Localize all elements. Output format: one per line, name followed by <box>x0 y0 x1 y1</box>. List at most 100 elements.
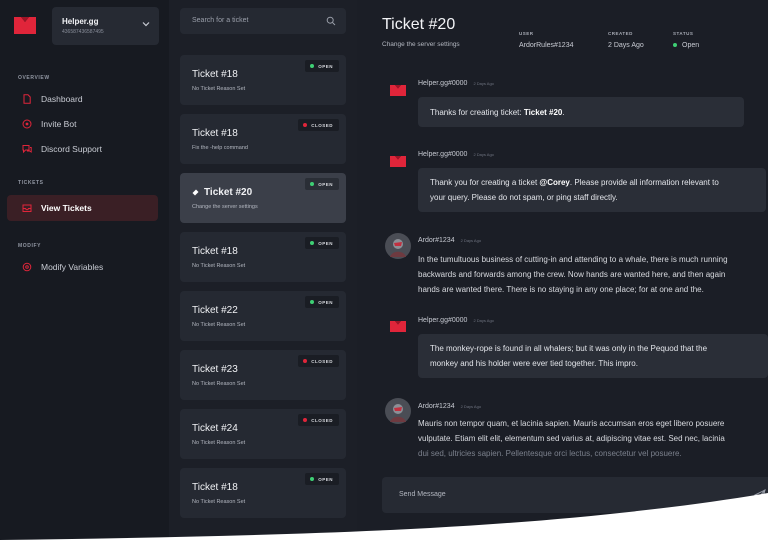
status-badge: OPEN <box>305 60 339 72</box>
ticket-card-selected[interactable]: Ticket #20 Change the server settings OP… <box>180 173 346 223</box>
status-dot <box>310 300 315 304</box>
status-label: OPEN <box>318 63 333 69</box>
message-text: In the tumultuous business of cutting-in… <box>418 252 768 297</box>
status-badge: CLOSED <box>298 355 339 367</box>
nav-item-modify-variables[interactable]: Modify Variables <box>7 254 158 280</box>
text-line: your query. Please do not spam, or ping … <box>430 193 618 202</box>
ticket-reason: Change the server settings <box>192 204 258 210</box>
bot-avatar <box>390 85 406 96</box>
status-badge: OPEN <box>305 473 339 485</box>
message-bubble: Thank you for creating a ticket @Corey. … <box>418 168 766 212</box>
message-time: 2 Days Ago <box>473 318 494 323</box>
status-text: Open <box>682 42 700 49</box>
nav-item-invite-bot[interactable]: Invite Bot <box>7 111 158 137</box>
ticket-card[interactable]: Ticket #18 No Ticket Reason Set OPEN <box>180 468 346 518</box>
page-subtitle: Change the server settings <box>382 41 460 48</box>
message-time: 2 Days Ago <box>473 152 494 157</box>
nav-item-view-tickets[interactable]: View Tickets <box>7 195 158 221</box>
ticket-title: Ticket #23 <box>192 364 238 375</box>
status-dot <box>310 64 315 68</box>
ticket-detail: Ticket #20 Change the server settings US… <box>357 0 768 547</box>
text-part: Thanks for creating ticket: <box>430 107 524 117</box>
message-author: Helper.gg#0000 2 Days Ago <box>418 317 494 324</box>
message-time: 2 Days Ago <box>460 238 482 243</box>
message-author: Helper.gg#0000 2 Days Ago <box>418 80 494 87</box>
text-line: Thank you for creating a ticket @Corey. … <box>430 175 719 190</box>
chat-icon <box>22 145 32 154</box>
ticket-card[interactable]: Ticket #18 No Ticket Reason Set OPEN <box>180 232 346 282</box>
page-title: Ticket #20 <box>382 16 456 33</box>
user-label: USER <box>519 31 534 36</box>
status-dot <box>310 182 315 186</box>
status-badge: OPEN <box>305 237 339 249</box>
ticket-card[interactable]: Ticket #18 No Ticket Reason Set OPEN <box>180 55 346 105</box>
bot-avatar <box>390 321 406 332</box>
message-input[interactable]: Send Message <box>382 477 768 513</box>
nav-item-discord-support[interactable]: Discord Support <box>7 136 158 162</box>
user-mention[interactable]: @Corey <box>539 178 569 187</box>
user-value: ArdorRules#1234 <box>519 42 574 49</box>
status-label: CLOSED <box>311 417 333 423</box>
user-avatar <box>385 398 411 424</box>
status-badge: OPEN <box>305 296 339 308</box>
ticket-title: Ticket #22 <box>192 305 238 316</box>
status-label: CLOSED <box>311 122 333 128</box>
server-selector[interactable]: Helper.gg 436587436587495 <box>52 7 159 45</box>
search-input[interactable]: Search for a ticket <box>180 8 346 34</box>
message-author: Ardor#1234 2 Days Ago <box>418 237 481 244</box>
search-placeholder: Search for a ticket <box>192 17 249 24</box>
text-line: The monkey-rope is found in all whalers;… <box>430 344 708 353</box>
status-dot <box>303 359 308 363</box>
ticket-reason: No Ticket Reason Set <box>192 322 246 328</box>
ticket-title: Ticket #18 <box>192 128 238 139</box>
message-placeholder: Send Message <box>399 491 446 498</box>
status-label: OPEN <box>318 240 333 246</box>
ticket-card[interactable]: Ticket #18 Fix the -help command CLOSED <box>180 114 346 164</box>
text-line: monkey and his holder were ever tied tog… <box>430 359 638 368</box>
status-dot <box>303 123 308 127</box>
ticket-card[interactable]: Ticket #24 No Ticket Reason Set CLOSED <box>180 409 346 459</box>
text-line: In the tumultuous business of cutting-in… <box>418 255 728 264</box>
ticket-card[interactable]: Ticket #22 No Ticket Reason Set OPEN <box>180 291 346 341</box>
status-label: STATUS <box>673 31 694 36</box>
status-dot <box>303 418 308 422</box>
status-dot <box>673 43 677 48</box>
document-icon <box>23 94 31 104</box>
text-part: . <box>562 107 565 117</box>
ticket-title: Ticket #18 <box>192 482 238 493</box>
message-text: The monkey-rope is found in all whalers;… <box>430 341 707 371</box>
author-name: Helper.gg#0000 <box>418 317 468 324</box>
logo-icon <box>14 17 36 34</box>
message-text: Mauris non tempor quam, et lacinia sapie… <box>418 416 768 461</box>
section-title-overview: OVERVIEW <box>18 75 50 81</box>
chevron-down-icon <box>142 22 150 27</box>
ticket-reason: No Ticket Reason Set <box>192 263 246 269</box>
ticket-card[interactable]: Ticket #23 No Ticket Reason Set CLOSED <box>180 350 346 400</box>
text-line: hands are wanted there. There is no stay… <box>418 285 704 294</box>
text-part: Thank you for creating a ticket <box>430 178 540 187</box>
send-icon[interactable] <box>754 489 766 501</box>
ticket-reason: No Ticket Reason Set <box>192 499 246 505</box>
ticket-ref: Ticket #20 <box>523 107 563 117</box>
status-badge: CLOSED <box>298 119 339 131</box>
section-title-modify: MODIFY <box>18 243 42 249</box>
message-time: 2 Days Ago <box>473 81 494 86</box>
ticket-title: Ticket #18 <box>192 69 238 80</box>
ticket-reason: No Ticket Reason Set <box>192 381 246 387</box>
text-line: Mauris non tempor quam, et lacinia sapie… <box>418 419 725 428</box>
settings-icon <box>22 262 32 272</box>
inbox-icon <box>22 204 32 212</box>
nav-label: Dashboard <box>41 94 83 104</box>
sidebar: Helper.gg 436587436587495 OVERVIEW Dashb… <box>0 0 169 547</box>
text-part: . Please provide all information relevan… <box>569 178 719 187</box>
status-badge: CLOSED <box>298 414 339 426</box>
nav-label: Invite Bot <box>41 119 77 129</box>
nav-item-dashboard[interactable]: Dashboard <box>7 86 158 112</box>
server-name: Helper.gg <box>62 17 99 26</box>
ticket-title: Ticket #24 <box>192 423 238 434</box>
text-line: dui sed, ultricies sapien. Pellentesque … <box>418 449 682 458</box>
search-icon[interactable] <box>326 16 336 26</box>
author-name: Helper.gg#0000 <box>418 80 468 87</box>
status-label: OPEN <box>318 476 333 482</box>
message-author: Ardor#1234 2 Days Ago <box>418 403 481 410</box>
